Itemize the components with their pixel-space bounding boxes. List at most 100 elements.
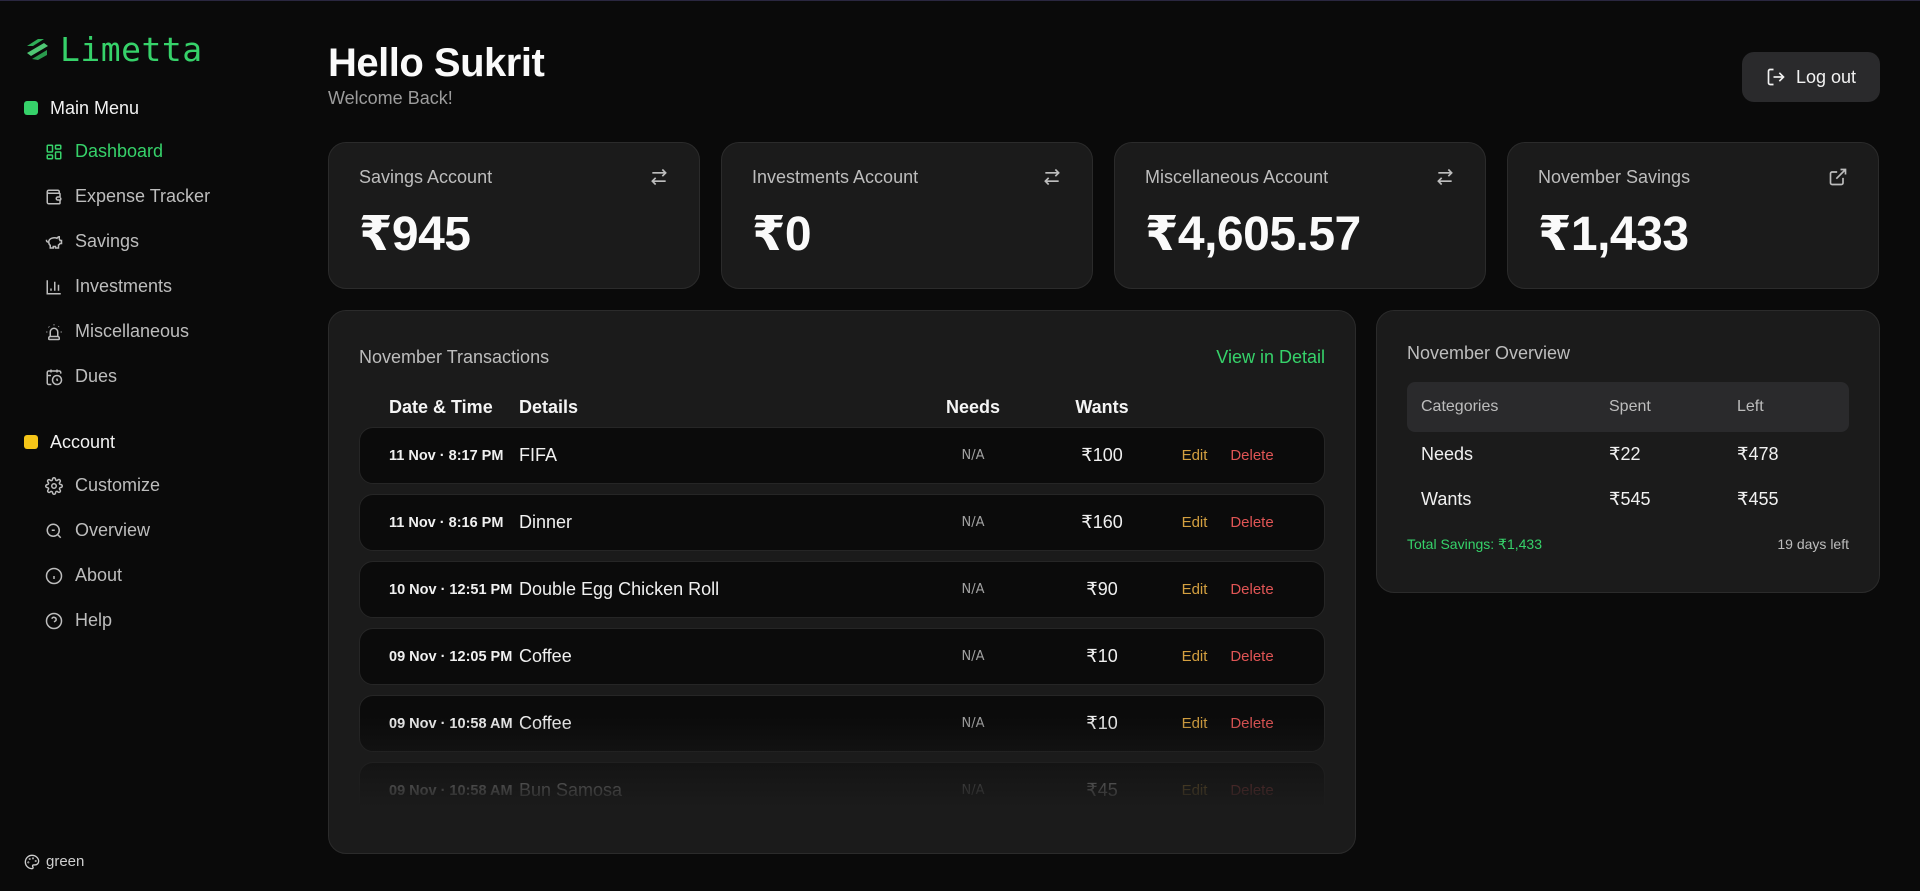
tx-details: Bun Samosa — [519, 780, 623, 800]
transfer-icon[interactable] — [649, 167, 669, 187]
page-header: Hello Sukrit Welcome Back! — [328, 41, 545, 109]
tx-wants: ₹10 — [1086, 713, 1118, 733]
transactions-list[interactable]: 11 Nov · 8:17 PM FIFA N/A ₹100 Edit Dele… — [359, 427, 1325, 807]
gear-icon — [45, 476, 63, 495]
tx-needs: N/A — [961, 716, 985, 731]
column-header-categories: Categories — [1421, 398, 1499, 415]
overview-title: November Overview — [1407, 343, 1571, 363]
column-header-wants: Wants — [1075, 396, 1129, 417]
tx-date: 10 Nov · 12:51 PM — [389, 581, 513, 598]
page-subtitle: Welcome Back! — [328, 88, 453, 108]
card-value: ₹0 — [752, 208, 812, 261]
sidebar-item-investments[interactable]: Investments — [24, 264, 300, 309]
sidebar-item-label: Overview — [75, 520, 151, 540]
edit-button[interactable]: Edit — [1167, 715, 1222, 732]
tx-needs: N/A — [961, 515, 985, 530]
delete-button[interactable]: Delete — [1222, 648, 1282, 665]
account-cards: Savings Account ₹945 Investments Account… — [328, 142, 1879, 289]
sidebar-item-about[interactable]: About — [24, 553, 300, 598]
sidebar: Limetta Main Menu Dashboard Expense Trac… — [0, 1, 300, 891]
sidebar-item-savings[interactable]: Savings — [24, 219, 300, 264]
account-label: Account — [50, 431, 116, 452]
transactions-panel: November Transactions View in Detail Dat… — [328, 310, 1356, 854]
calendar-clock-icon — [46, 369, 63, 385]
sidebar-item-label: About — [75, 565, 123, 585]
theme-label: green — [46, 853, 85, 870]
view-detail-link[interactable]: View in Detail — [1216, 347, 1325, 368]
main-menu-nav: Dashboard Expense Tracker Savings Invest… — [24, 129, 300, 399]
table-row: 10 Nov · 12:51 PM Double Egg Chicken Rol… — [359, 561, 1325, 618]
app-logo[interactable]: Limetta — [24, 29, 300, 69]
sidebar-item-label: Miscellaneous — [75, 321, 190, 341]
tx-date: 09 Nov · 12:05 PM — [389, 648, 513, 665]
table-row: Wants ₹545 ₹455 — [1407, 477, 1849, 522]
delete-button[interactable]: Delete — [1222, 581, 1282, 598]
days-left: 19 days left — [1777, 536, 1849, 552]
delete-button[interactable]: Delete — [1222, 782, 1282, 799]
sidebar-item-dashboard[interactable]: Dashboard — [24, 129, 300, 174]
tx-wants: ₹45 — [1086, 780, 1118, 800]
card-value: ₹1,433 — [1538, 208, 1689, 261]
sidebar-item-miscellaneous[interactable]: Miscellaneous — [24, 309, 300, 354]
edit-button[interactable]: Edit — [1167, 514, 1222, 531]
sidebar-item-label: Expense Tracker — [75, 186, 211, 206]
sidebar-item-overview[interactable]: Overview — [24, 508, 300, 553]
tx-wants: ₹160 — [1081, 512, 1123, 532]
tx-date: 09 Nov · 10:58 AM — [389, 782, 513, 799]
overview-footer: Total Savings: ₹1,433 19 days left — [1407, 536, 1849, 553]
sidebar-item-label: Dues — [75, 366, 118, 386]
table-row: 11 Nov · 8:16 PM Dinner N/A ₹160 Edit De… — [359, 494, 1325, 551]
app-name: Limetta — [60, 29, 203, 69]
edit-button[interactable]: Edit — [1167, 648, 1222, 665]
transfer-icon[interactable] — [1042, 167, 1062, 187]
card-value: ₹945 — [359, 208, 471, 261]
tx-details: Coffee — [519, 713, 572, 733]
tx-details: FIFA — [519, 445, 558, 465]
theme-indicator[interactable]: green — [24, 853, 84, 870]
account-dot — [24, 435, 38, 449]
piggy-bank-icon — [45, 235, 63, 249]
sidebar-item-customize[interactable]: Customize — [24, 463, 300, 508]
main-menu-dot — [24, 101, 38, 115]
logout-button[interactable]: Log out — [1742, 52, 1880, 102]
miscellaneous-account-card: Miscellaneous Account ₹4,605.57 — [1114, 142, 1486, 289]
delete-button[interactable]: Delete — [1222, 514, 1282, 531]
edit-button[interactable]: Edit — [1167, 447, 1222, 464]
logout-icon — [1767, 68, 1785, 86]
logo-icon — [27, 39, 48, 60]
overview-spent: ₹545 — [1609, 489, 1651, 509]
external-link-icon[interactable] — [1828, 167, 1848, 187]
delete-button[interactable]: Delete — [1222, 447, 1282, 464]
edit-button[interactable]: Edit — [1167, 581, 1222, 598]
help-circle-icon — [45, 612, 63, 629]
table-row: Needs ₹22 ₹478 — [1407, 432, 1849, 477]
investments-account-card: Investments Account ₹0 — [721, 142, 1093, 289]
sidebar-item-label: Dashboard — [75, 141, 164, 161]
wallet-icon — [46, 189, 62, 204]
overview-panel: November Overview Categories Spent Left … — [1376, 310, 1880, 593]
tx-date: 11 Nov · 8:17 PM — [389, 447, 504, 464]
sidebar-item-label: Savings — [75, 231, 140, 251]
overview-category: Needs — [1421, 444, 1474, 464]
edit-button[interactable]: Edit — [1167, 782, 1222, 799]
november-savings-card: November Savings ₹1,433 — [1507, 142, 1879, 289]
card-label: Savings Account — [359, 167, 493, 187]
sidebar-item-help[interactable]: Help — [24, 598, 300, 643]
search-icon — [46, 523, 62, 538]
sidebar-item-expense-tracker[interactable]: Expense Tracker — [24, 174, 300, 219]
overview-left: ₹478 — [1737, 444, 1779, 464]
transactions-header: Date & Time Details Needs Wants — [359, 387, 1325, 427]
column-header-details: Details — [519, 396, 579, 417]
overview-table: Categories Spent Left Needs ₹22 ₹478 Wan… — [1407, 382, 1849, 522]
main-menu-heading: Main Menu — [24, 93, 300, 123]
transfer-icon[interactable] — [1435, 167, 1455, 187]
sidebar-item-dues[interactable]: Dues — [24, 354, 300, 399]
delete-button[interactable]: Delete — [1222, 715, 1282, 732]
tx-wants: ₹10 — [1086, 646, 1118, 666]
sidebar-item-label: Customize — [75, 475, 161, 495]
tx-wants: ₹90 — [1086, 579, 1118, 599]
table-row: 09 Nov · 10:58 AM Bun Samosa N/A ₹45 Edi… — [359, 762, 1325, 807]
overview-spent: ₹22 — [1609, 444, 1641, 464]
tx-details: Coffee — [519, 646, 572, 666]
card-label: Investments Account — [752, 167, 919, 187]
